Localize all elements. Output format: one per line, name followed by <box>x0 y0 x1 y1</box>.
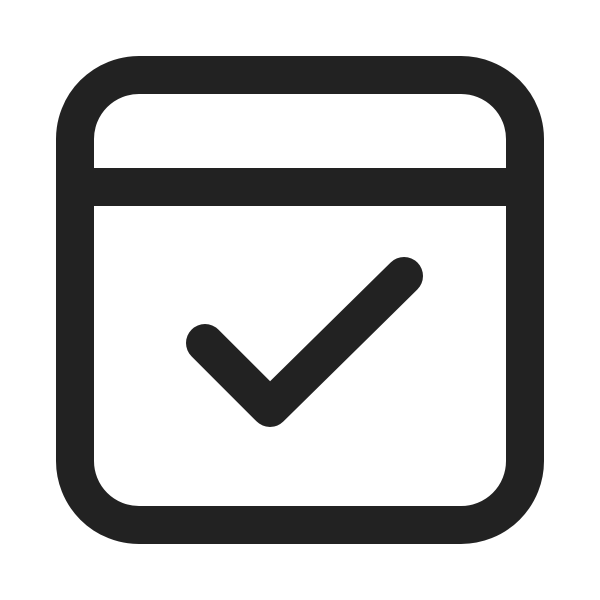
icon-canvas <box>0 0 600 600</box>
calendar-checkmark-icon <box>0 0 600 600</box>
calendar-checkmark-svg <box>56 56 544 544</box>
checkmark-icon <box>186 257 423 427</box>
calendar-frame <box>56 56 544 544</box>
